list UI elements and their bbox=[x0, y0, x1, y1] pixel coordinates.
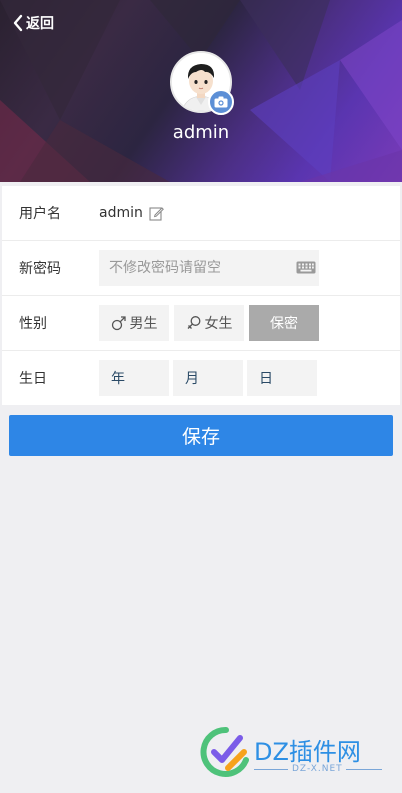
username-label: 用户名 bbox=[19, 206, 61, 222]
camera-icon bbox=[214, 96, 228, 108]
edit-icon[interactable] bbox=[149, 206, 164, 221]
profile-form: 用户名 admin 新密码 性别 男生 女生 保密 生日 年 月 日 bbox=[2, 186, 400, 405]
birth-year-select[interactable]: 年 bbox=[99, 360, 169, 396]
new-password-field[interactable] bbox=[99, 250, 319, 286]
username-row: 用户名 admin bbox=[2, 186, 400, 241]
gender-male-label: 男生 bbox=[129, 316, 158, 332]
watermark-domain: DZ-X.NET bbox=[292, 764, 343, 774]
keyboard-icon[interactable] bbox=[296, 261, 316, 274]
save-button[interactable]: 保存 bbox=[9, 415, 393, 456]
birthday-label: 生日 bbox=[19, 371, 47, 387]
gender-label: 性别 bbox=[19, 316, 47, 332]
back-button[interactable]: 返回 bbox=[12, 12, 54, 34]
avatar-wrap[interactable] bbox=[170, 51, 234, 115]
username-value: admin bbox=[99, 205, 143, 221]
gender-row: 性别 男生 女生 保密 bbox=[2, 296, 400, 351]
watermark-divider-left bbox=[254, 769, 288, 770]
gender-male-button[interactable]: 男生 bbox=[99, 305, 169, 341]
gender-secret-label: 保密 bbox=[270, 316, 298, 332]
male-icon bbox=[111, 316, 126, 331]
password-label: 新密码 bbox=[19, 261, 61, 277]
gender-female-button[interactable]: 女生 bbox=[174, 305, 244, 341]
female-icon bbox=[187, 316, 200, 329]
birth-day-select[interactable]: 日 bbox=[247, 360, 317, 396]
gender-secret-button[interactable]: 保密 bbox=[249, 305, 319, 341]
chevron-left-icon bbox=[13, 14, 23, 32]
watermark-divider-right bbox=[346, 769, 382, 770]
profile-username: admin bbox=[172, 122, 230, 143]
birth-month-select[interactable]: 月 bbox=[173, 360, 243, 396]
back-label: 返回 bbox=[26, 16, 54, 32]
watermark: DZ插件网 DZ-X.NET bbox=[200, 724, 390, 784]
password-row: 新密码 bbox=[2, 241, 400, 296]
profile-header: 返回 admin bbox=[0, 0, 402, 182]
dz-logo-icon bbox=[200, 726, 249, 777]
watermark-brand: DZ插件网 bbox=[254, 738, 361, 766]
gender-female-label: 女生 bbox=[204, 316, 233, 332]
birthday-row: 生日 年 月 日 bbox=[2, 351, 400, 405]
username-value-wrap[interactable]: admin bbox=[99, 205, 164, 221]
change-avatar-button[interactable] bbox=[208, 89, 234, 115]
